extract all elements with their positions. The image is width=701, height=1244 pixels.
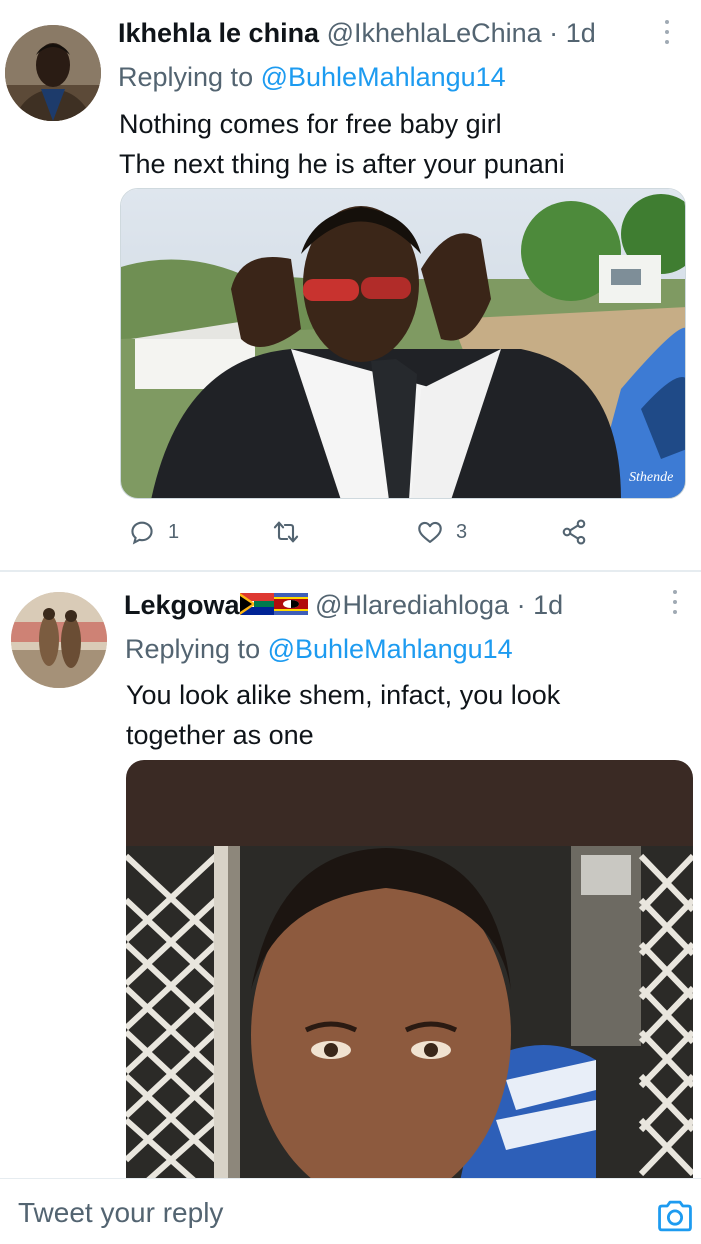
tweet-text-line: You look alike shem, infact, you look bbox=[126, 680, 561, 710]
eswatini-flag-icon bbox=[273, 592, 308, 615]
tweet-text: Nothing comes for free baby girl The nex… bbox=[119, 104, 689, 184]
timestamp[interactable]: 1d bbox=[533, 590, 563, 620]
more-options-icon[interactable] bbox=[664, 20, 670, 46]
tweet-header: Ikhehla le china @IkhehlaLeChina · 1d bbox=[118, 16, 596, 50]
more-options-icon[interactable] bbox=[672, 590, 678, 616]
author-name[interactable]: Ikhehla le china bbox=[118, 18, 319, 48]
share-button[interactable] bbox=[560, 512, 588, 552]
mention-link[interactable]: @BuhleMahlangu14 bbox=[261, 62, 506, 92]
like-icon bbox=[418, 521, 442, 543]
tweet-header: Lekgowa @Hlarediahloga · 1d bbox=[124, 588, 563, 622]
tweet-actions: 1 3 bbox=[120, 512, 600, 552]
author-name[interactable]: Lekgowa bbox=[124, 590, 240, 620]
tweet-text-line: together as one bbox=[126, 720, 314, 750]
mention-link[interactable]: @BuhleMahlangu14 bbox=[268, 634, 513, 664]
author-handle[interactable]: @IkhehlaLeChina bbox=[327, 18, 542, 48]
reply-count: 1 bbox=[168, 520, 180, 543]
replying-to: Replying to @BuhleMahlangu14 bbox=[125, 632, 513, 666]
tweet-photo[interactable] bbox=[126, 760, 693, 1182]
tweet-text: You look alike shem, infact, you look to… bbox=[126, 675, 686, 755]
photo-watermark: Sthende bbox=[629, 470, 673, 485]
tweet[interactable]: Ikhehla le china @IkhehlaLeChina · 1d Re… bbox=[0, 0, 701, 570]
reply-icon bbox=[131, 521, 153, 545]
timestamp[interactable]: 1d bbox=[566, 18, 596, 48]
tweet-text-line: The next thing he is after your punani bbox=[119, 149, 565, 179]
avatar[interactable] bbox=[11, 592, 107, 688]
separator-dot: · bbox=[516, 590, 526, 620]
author-handle[interactable]: @Hlarediahloga bbox=[315, 590, 509, 620]
separator-dot: · bbox=[549, 18, 559, 48]
tweet[interactable]: Lekgowa @Hlarediahloga · 1d Replying to … bbox=[0, 572, 701, 1182]
replying-label: Replying to bbox=[125, 634, 261, 664]
avatar[interactable] bbox=[5, 25, 101, 121]
retweet-icon bbox=[273, 521, 299, 543]
reply-input[interactable] bbox=[18, 1193, 618, 1233]
camera-icon[interactable] bbox=[656, 1199, 694, 1233]
like-count: 3 bbox=[456, 520, 468, 543]
south-africa-flag-icon bbox=[239, 592, 274, 615]
like-button[interactable]: 3 bbox=[416, 512, 467, 552]
reply-compose-bar bbox=[0, 1178, 701, 1244]
reply-button[interactable]: 1 bbox=[128, 512, 179, 552]
tweet-text-line: Nothing comes for free baby girl bbox=[119, 109, 502, 139]
tweet-photo[interactable]: Sthende bbox=[120, 188, 686, 499]
replying-to: Replying to @BuhleMahlangu14 bbox=[118, 60, 506, 94]
retweet-button[interactable] bbox=[272, 512, 312, 552]
replying-label: Replying to bbox=[118, 62, 254, 92]
share-icon bbox=[562, 519, 586, 545]
